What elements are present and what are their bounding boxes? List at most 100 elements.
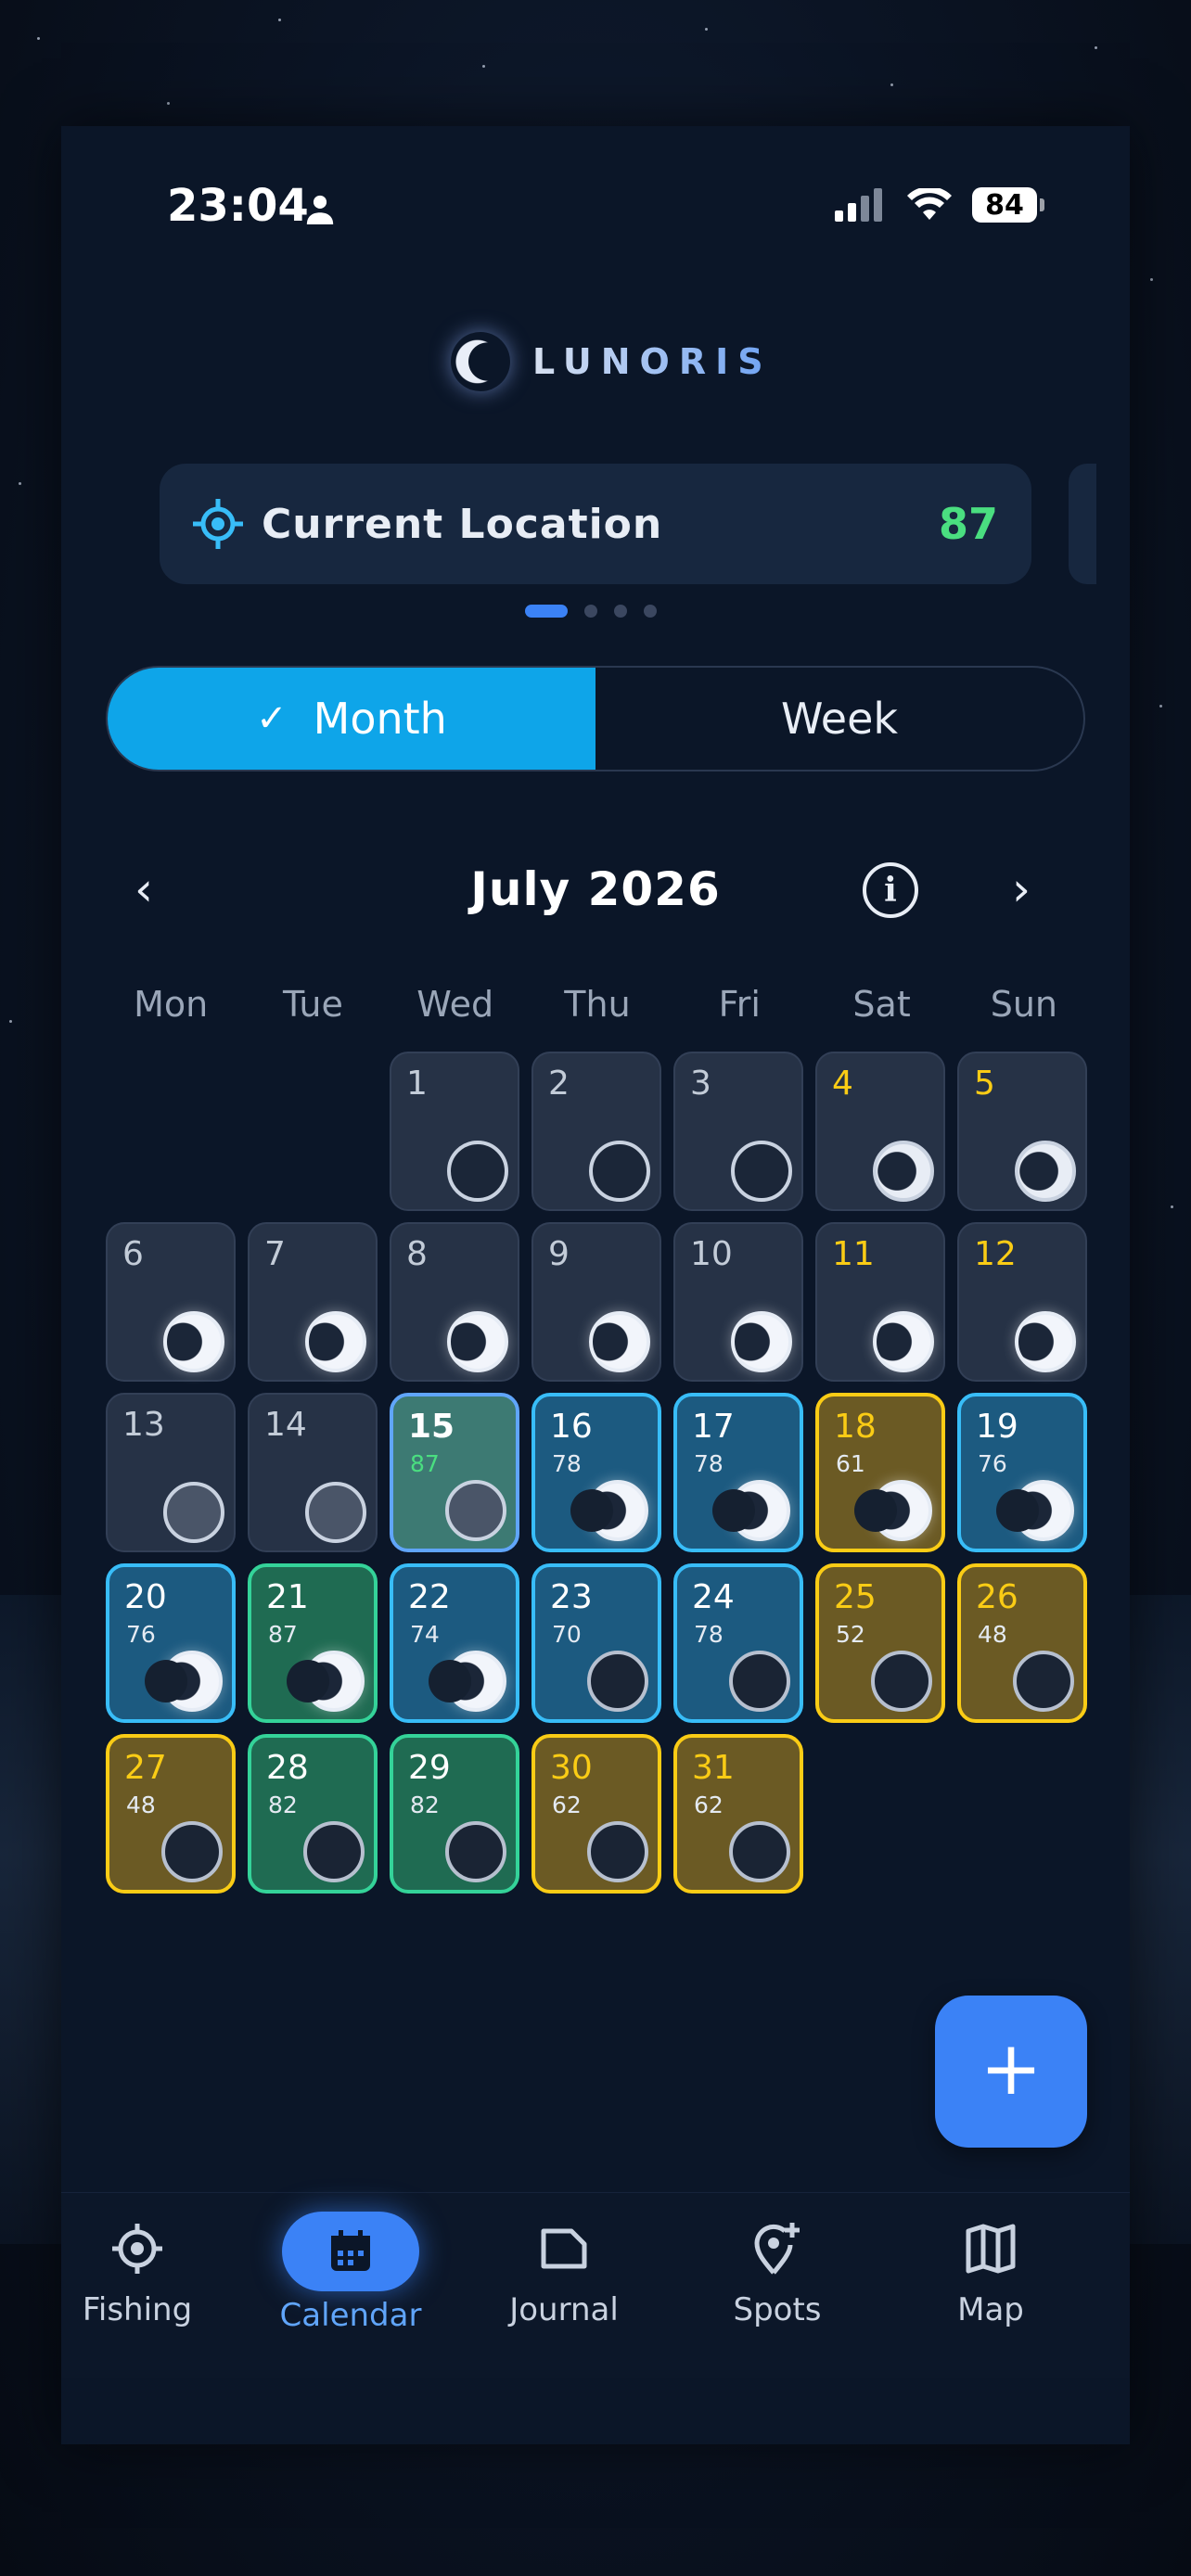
moon-shadow bbox=[570, 1489, 613, 1532]
calendar-day-26[interactable]: 26 48 bbox=[957, 1563, 1087, 1723]
moon-phase-icon bbox=[163, 1482, 224, 1543]
page-dot-4[interactable] bbox=[644, 605, 657, 618]
moon-phase-icon bbox=[145, 1651, 223, 1712]
calendar-day-19[interactable]: 19 76 bbox=[957, 1393, 1087, 1552]
day-number: 17 bbox=[692, 1408, 735, 1446]
weekday-header: Mon Tue Wed Thu Fri Sat Sun bbox=[106, 984, 1089, 1025]
moon-phase-icon bbox=[873, 1141, 934, 1202]
location-label: Current Location bbox=[262, 500, 663, 548]
next-location-card[interactable] bbox=[1069, 464, 1096, 584]
weekday-label: Thu bbox=[564, 984, 631, 1025]
calendar-day-31[interactable]: 31 62 bbox=[673, 1734, 803, 1894]
day-number: 20 bbox=[124, 1578, 167, 1616]
tab-calendar[interactable]: Calendar bbox=[258, 2212, 443, 2334]
calendar-day-16[interactable]: 16 78 bbox=[531, 1393, 661, 1552]
next-month-chevron-icon[interactable]: › bbox=[989, 859, 1054, 924]
calendar-day-7[interactable]: 7 bbox=[248, 1222, 378, 1382]
calendar-day-21[interactable]: 21 87 bbox=[248, 1563, 378, 1723]
day-number: 1 bbox=[406, 1065, 428, 1103]
day-number: 29 bbox=[408, 1749, 451, 1787]
calendar-day-24[interactable]: 24 78 bbox=[673, 1563, 803, 1723]
month-toggle-button[interactable]: ✓ Month bbox=[108, 668, 596, 770]
weekday-label: Tue bbox=[282, 984, 343, 1025]
calendar-day-20[interactable]: 20 76 bbox=[106, 1563, 236, 1723]
day-score: 87 bbox=[268, 1621, 298, 1648]
calendar-day-12[interactable]: 12 bbox=[957, 1222, 1087, 1382]
calendar-day-4[interactable]: 4 bbox=[815, 1052, 945, 1211]
moon-phase-icon bbox=[731, 1141, 792, 1202]
day-number: 15 bbox=[408, 1408, 455, 1446]
day-number: 14 bbox=[264, 1406, 307, 1444]
empty-cell bbox=[248, 1052, 378, 1211]
calendar-day-27[interactable]: 27 48 bbox=[106, 1734, 236, 1894]
calendar-day-29[interactable]: 29 82 bbox=[390, 1734, 519, 1894]
calendar-day-15[interactable]: 15 87 bbox=[390, 1393, 519, 1552]
calendar-day-17[interactable]: 17 78 bbox=[673, 1393, 803, 1552]
calendar-day-30[interactable]: 30 62 bbox=[531, 1734, 661, 1894]
week-toggle-button[interactable]: Week bbox=[596, 668, 1083, 770]
calendar-day-3[interactable]: 3 bbox=[673, 1052, 803, 1211]
day-number: 7 bbox=[264, 1235, 286, 1273]
day-number: 9 bbox=[548, 1235, 570, 1273]
user-icon bbox=[306, 195, 334, 224]
info-icon[interactable]: i bbox=[863, 862, 918, 918]
calendar-day-9[interactable]: 9 bbox=[531, 1222, 661, 1382]
day-number: 18 bbox=[834, 1408, 877, 1446]
day-score: 78 bbox=[694, 1621, 724, 1648]
app-logo: LUNORIS bbox=[451, 332, 773, 391]
moon-phase-icon bbox=[305, 1482, 366, 1543]
calendar-day-14[interactable]: 14 bbox=[248, 1393, 378, 1552]
calendar-day-13[interactable]: 13 bbox=[106, 1393, 236, 1552]
day-score: 87 bbox=[410, 1450, 440, 1477]
pin-plus-icon bbox=[740, 2212, 814, 2286]
tab-journal[interactable]: Journal bbox=[471, 2212, 657, 2328]
page-indicator[interactable] bbox=[525, 605, 657, 618]
calendar-day-22[interactable]: 22 74 bbox=[390, 1563, 519, 1723]
calendar-day-25[interactable]: 25 52 bbox=[815, 1563, 945, 1723]
moon-phase-icon bbox=[587, 1651, 648, 1712]
calendar-day-5[interactable]: 5 bbox=[957, 1052, 1087, 1211]
moon-phase-icon bbox=[712, 1480, 790, 1541]
day-score: 48 bbox=[126, 1792, 156, 1818]
page-dot-2[interactable] bbox=[584, 605, 597, 618]
calendar-day-2[interactable]: 2 bbox=[531, 1052, 661, 1211]
moon-phase-icon bbox=[570, 1480, 648, 1541]
day-score: 82 bbox=[268, 1792, 298, 1818]
page-dot-1[interactable] bbox=[525, 605, 568, 618]
moon-phase-icon bbox=[1015, 1311, 1076, 1372]
moon-phase-icon bbox=[729, 1821, 790, 1882]
tab-label: Map bbox=[957, 2291, 1024, 2328]
day-number: 23 bbox=[550, 1578, 593, 1616]
tab-fishing[interactable]: Fishing bbox=[45, 2212, 230, 2328]
calendar-day-23[interactable]: 23 70 bbox=[531, 1563, 661, 1723]
view-toggle: ✓ Month Week bbox=[106, 666, 1085, 772]
moon-phase-icon bbox=[731, 1311, 792, 1372]
location-card[interactable]: Current Location 87 bbox=[160, 464, 1031, 584]
tab-spots[interactable]: Spots bbox=[685, 2212, 870, 2328]
day-score: 52 bbox=[836, 1621, 865, 1648]
empty-cell bbox=[106, 1052, 236, 1211]
tab-map[interactable]: Map bbox=[898, 2212, 1083, 2328]
calendar-day-6[interactable]: 6 bbox=[106, 1222, 236, 1382]
tab-label: Fishing bbox=[82, 2291, 193, 2328]
calendar-day-11[interactable]: 11 bbox=[815, 1222, 945, 1382]
day-number: 22 bbox=[408, 1578, 451, 1616]
week-toggle-label: Week bbox=[780, 694, 899, 744]
folder-icon bbox=[527, 2212, 601, 2286]
app-name: LUNORIS bbox=[532, 341, 773, 382]
tab-label: Spots bbox=[733, 2291, 822, 2328]
page-dot-3[interactable] bbox=[614, 605, 627, 618]
calendar-day-28[interactable]: 28 82 bbox=[248, 1734, 378, 1894]
day-number: 13 bbox=[122, 1406, 165, 1444]
add-button[interactable]: + bbox=[935, 1996, 1087, 2148]
day-number: 12 bbox=[974, 1235, 1017, 1273]
day-score: 78 bbox=[552, 1450, 582, 1477]
calendar-day-18[interactable]: 18 61 bbox=[815, 1393, 945, 1552]
calendar-day-1[interactable]: 1 bbox=[390, 1052, 519, 1211]
calendar-day-8[interactable]: 8 bbox=[390, 1222, 519, 1382]
moon-phase-icon bbox=[447, 1311, 508, 1372]
tab-label: Journal bbox=[509, 2291, 619, 2328]
calendar-day-10[interactable]: 10 bbox=[673, 1222, 803, 1382]
day-number: 21 bbox=[266, 1578, 309, 1616]
day-number: 4 bbox=[832, 1065, 853, 1103]
